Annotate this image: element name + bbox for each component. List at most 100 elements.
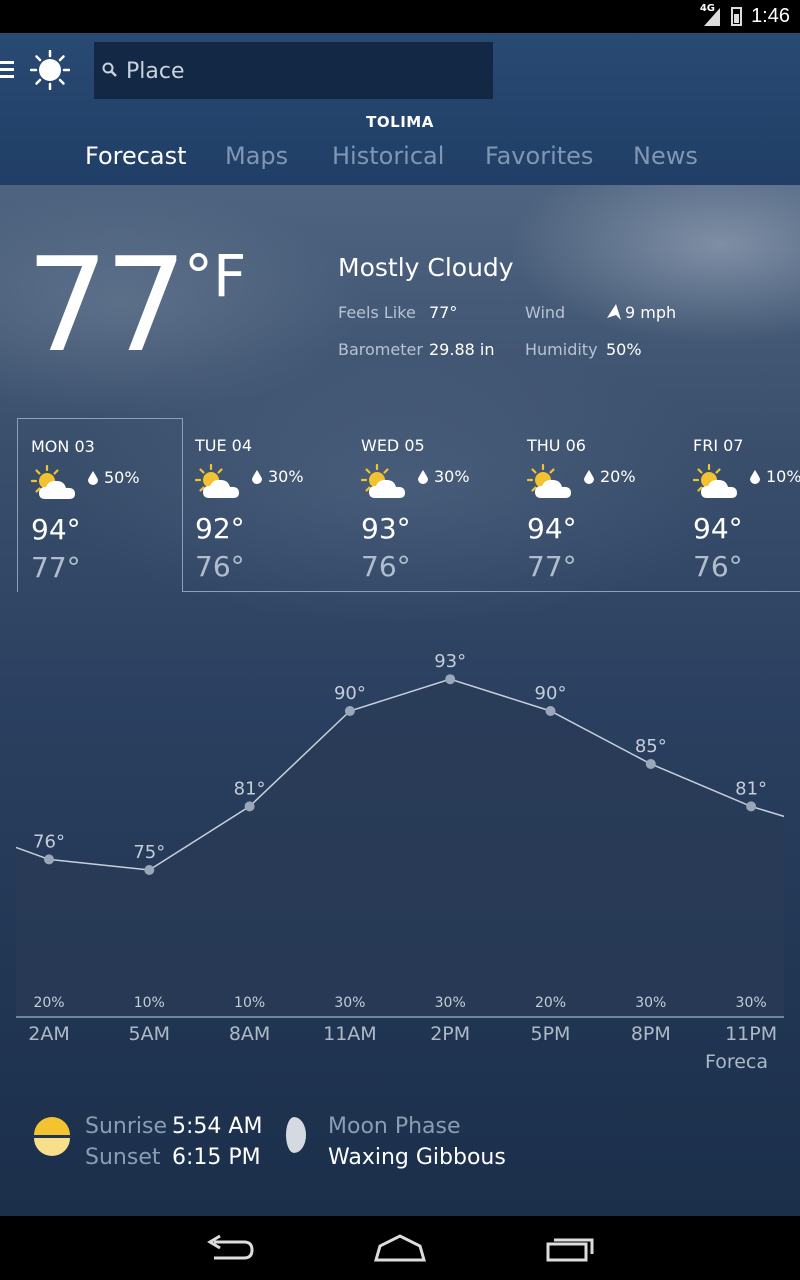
temperature-label: 76° [33, 831, 65, 852]
hourly-precipitation-label: 30% [334, 995, 365, 1011]
hour-tick-label: 5PM [531, 1023, 571, 1045]
temperature-label: 90° [334, 683, 366, 704]
temperature-point [44, 854, 54, 865]
precipitation-chance: 30% [434, 467, 470, 486]
search-icon [102, 62, 117, 77]
menu-icon[interactable] [0, 61, 14, 79]
tab-maps[interactable]: Maps [225, 142, 288, 170]
partly-cloudy-sun-icon [361, 464, 405, 498]
current-temperature: 77 [26, 229, 187, 381]
data-source-label[interactable]: Foreca [705, 1051, 768, 1073]
precipitation-drop-icon [252, 470, 262, 484]
daily-divider [182, 591, 800, 592]
sunset-time: 6:15 PM [172, 1145, 261, 1170]
sunrise-time: 5:54 AM [172, 1114, 263, 1139]
battery-icon [731, 7, 742, 26]
hour-tick-label: 2AM [28, 1023, 69, 1045]
high-temp: 93° [361, 512, 411, 545]
partly-cloudy-sun-icon [693, 464, 737, 498]
hourly-precipitation-label: 30% [736, 995, 767, 1011]
current-condition: Mostly Cloudy [338, 253, 514, 282]
sunrise-label: Sunrise [85, 1114, 168, 1139]
moon-phase-label: Moon Phase [328, 1114, 461, 1139]
low-temp: 77° [527, 550, 577, 583]
hour-tick-label: 2PM [430, 1023, 470, 1045]
home-icon[interactable] [370, 1230, 430, 1266]
temperature-label: 81° [735, 778, 767, 799]
hourly-precipitation-label: 10% [234, 995, 265, 1011]
precipitation-drop-icon [88, 471, 98, 485]
high-temp: 92° [195, 512, 245, 545]
day-tile[interactable]: FRI 07 10% 94° 76° [680, 418, 800, 592]
temperature-point [445, 674, 456, 685]
precipitation-chance: 50% [104, 468, 140, 487]
day-tile[interactable]: TUE 04 30% 92° 76° [182, 418, 348, 592]
precipitation-chance: 30% [268, 467, 304, 486]
temperature-point [746, 801, 757, 812]
day-tile[interactable]: THU 06 20% 94° 77° [514, 418, 680, 592]
feels-like-value: 77° [429, 303, 458, 322]
partly-cloudy-sun-icon [195, 464, 239, 498]
hourly-precipitation-label: 10% [134, 995, 165, 1011]
temperature-point [545, 706, 556, 716]
temperature-label: 75° [133, 842, 165, 863]
precipitation-drop-icon [584, 470, 594, 484]
day-tile[interactable]: MON 03 50% 94° 77° [17, 418, 183, 592]
temperature-label: 85° [635, 736, 667, 757]
tab-favorites[interactable]: Favorites [485, 142, 593, 170]
sunset-label: Sunset [85, 1145, 161, 1170]
low-temp: 76° [693, 550, 743, 583]
sunrise-sunset-icon [32, 1117, 72, 1156]
high-temp: 94° [693, 512, 743, 545]
app-logo-sun-icon[interactable] [30, 50, 70, 90]
precipitation-drop-icon [750, 470, 760, 484]
temperature-point [244, 801, 255, 812]
tab-historical[interactable]: Historical [332, 142, 444, 170]
moon-phase-value: Waxing Gibbous [328, 1145, 506, 1170]
day-name: FRI 07 [693, 436, 744, 455]
system-nav-bar [0, 1216, 800, 1280]
hour-tick-label: 11AM [323, 1023, 377, 1045]
temperature-point [144, 865, 155, 875]
app-header: TOLIMA Forecast Maps Historical Favorite… [0, 33, 800, 185]
partly-cloudy-sun-icon [31, 465, 75, 499]
back-icon[interactable] [200, 1230, 260, 1266]
low-temp: 76° [195, 550, 245, 583]
search-input[interactable] [124, 42, 488, 101]
signal-icon [704, 8, 720, 26]
day-name: WED 05 [361, 436, 425, 455]
temperature-point [344, 706, 355, 716]
temperature-label: 90° [535, 683, 567, 704]
hourly-precipitation-label: 20% [33, 995, 64, 1011]
hour-tick-label: 5AM [129, 1023, 170, 1045]
temperature-unit: °F [184, 242, 247, 310]
status-bar: 4G 1:46 [0, 0, 800, 33]
search-box[interactable] [94, 42, 493, 101]
temperature-label: 81° [234, 778, 266, 799]
precipitation-drop-icon [418, 470, 428, 484]
status-time: 1:46 [751, 5, 790, 27]
hour-tick-label: 8AM [229, 1023, 270, 1045]
location-name: TOLIMA [366, 113, 434, 131]
hour-tick-label: 8PM [631, 1023, 671, 1045]
barometer-label: Barometer [338, 340, 423, 359]
high-temp: 94° [31, 513, 81, 546]
recents-icon[interactable] [540, 1230, 600, 1266]
partly-cloudy-sun-icon [527, 464, 571, 498]
day-tile[interactable]: WED 05 30% 93° 76° [348, 418, 514, 592]
precipitation-chance: 10% [766, 467, 800, 486]
barometer-value: 29.88 in [429, 340, 495, 359]
tab-news[interactable]: News [633, 142, 698, 170]
hour-tick-label: 11PM [725, 1023, 777, 1045]
day-name: MON 03 [31, 437, 95, 456]
tab-forecast[interactable]: Forecast [85, 142, 187, 170]
low-temp: 77° [31, 551, 81, 584]
wind-direction-icon [607, 304, 621, 320]
hourly-precipitation-label: 30% [635, 995, 666, 1011]
wind-value: 9 mph [625, 303, 677, 322]
feels-like-label: Feels Like [338, 303, 416, 322]
low-temp: 76° [361, 550, 411, 583]
hourly-precipitation-label: 30% [435, 995, 466, 1011]
humidity-value: 50% [606, 340, 642, 359]
tab-bar: Forecast Maps Historical Favorites News [0, 142, 800, 182]
